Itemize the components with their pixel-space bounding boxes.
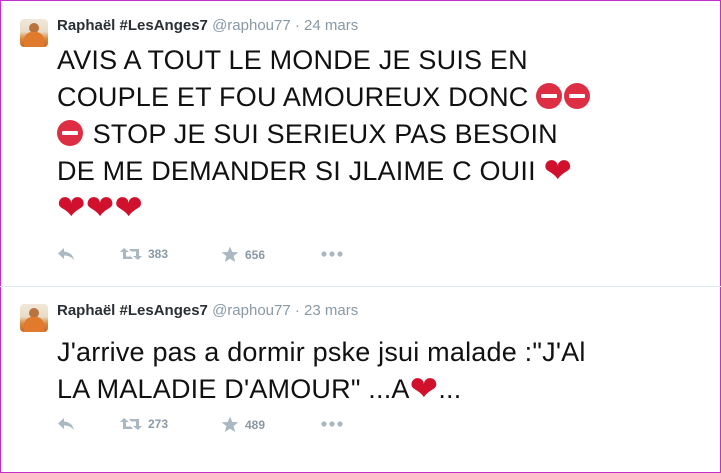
retweet-count: 273	[148, 417, 169, 431]
avatar[interactable]	[20, 304, 48, 332]
no-entry-emoji	[536, 83, 563, 109]
retweet-count: 383	[148, 247, 169, 261]
red-heart-emoji: ❤	[409, 370, 439, 408]
reply-icon	[57, 246, 75, 262]
tweet-header: Raphaël #LesAnges7 @raphou77 · 24 mars	[57, 17, 358, 34]
tweet-text-line: STOP JE SUI SERIEUX PAS BESOIN	[57, 116, 592, 153]
tweet-text-segment: DE ME DEMANDER SI JLAIME C OUII	[57, 156, 544, 186]
tweet-text: J'arrive pas a dormir pske jsui malade :…	[57, 334, 586, 408]
reply-icon	[57, 416, 75, 432]
tweet[interactable]: Raphaël #LesAnges7 @raphou77 · 23 mars J…	[0, 287, 721, 472]
separator-dot: ·	[294, 302, 300, 319]
user-handle[interactable]: @raphou77	[212, 302, 291, 319]
retweet-button[interactable]: 273	[120, 416, 168, 432]
retweet-icon	[120, 416, 142, 432]
reply-button[interactable]	[57, 246, 75, 262]
star-icon	[221, 246, 239, 263]
red-heart-emoji: ❤	[114, 189, 144, 227]
tweet-header: Raphaël #LesAnges7 @raphou77 · 23 mars	[57, 302, 358, 319]
tweet[interactable]: Raphaël #LesAnges7 @raphou77 · 24 mars A…	[0, 0, 721, 286]
avatar[interactable]	[20, 19, 48, 47]
tweet-text-line: COUPLE ET FOU AMOUREUX DONC	[57, 79, 592, 116]
red-heart-emoji: ❤	[57, 189, 86, 227]
tweet-text-segment: STOP JE SUI SERIEUX PAS BESOIN	[85, 119, 558, 149]
more-button[interactable]	[321, 416, 343, 432]
favorite-count: 656	[245, 247, 266, 262]
favorite-button[interactable]: 656	[221, 246, 265, 263]
tweet-date[interactable]: 23 mars	[304, 302, 358, 319]
red-heart-emoji: ❤	[85, 189, 115, 227]
tweet-text-line: DE ME DEMANDER SI JLAIME C OUII ❤	[57, 153, 592, 190]
user-name[interactable]: Raphaël #LesAnges7	[57, 17, 208, 34]
favorite-count: 489	[245, 417, 266, 432]
tweet-text-line: LA MALADIE D'AMOUR" ...A❤...	[57, 371, 586, 408]
retweet-button[interactable]: 383	[120, 246, 168, 262]
tweet-text-line: AVIS A TOUT LE MONDE JE SUIS EN	[57, 45, 528, 75]
tweet-date[interactable]: 24 mars	[304, 17, 358, 34]
more-icon	[321, 246, 343, 262]
tweet-text: AVIS A TOUT LE MONDE JE SUIS EN COUPLE E…	[57, 42, 592, 227]
tweet-text-segment: COUPLE ET FOU AMOUREUX DONC	[57, 82, 537, 112]
more-icon	[321, 416, 343, 432]
tweet-text-line: J'arrive pas a dormir pske jsui malade :…	[57, 337, 586, 367]
star-icon	[221, 416, 239, 433]
tweet-text-line: ❤❤❤	[57, 190, 592, 227]
user-handle[interactable]: @raphou77	[212, 17, 291, 34]
separator-dot: ·	[294, 17, 300, 34]
no-entry-emoji	[57, 120, 83, 146]
more-button[interactable]	[321, 246, 343, 262]
tweet-text-segment: LA MALADIE D'AMOUR" ...A	[57, 374, 410, 404]
retweet-icon	[120, 246, 142, 262]
reply-button[interactable]	[57, 416, 75, 432]
favorite-button[interactable]: 489	[221, 416, 265, 433]
red-heart-emoji: ❤	[543, 152, 573, 190]
no-entry-emoji	[564, 83, 591, 109]
tweet-text-segment: ...	[438, 374, 462, 404]
user-name[interactable]: Raphaël #LesAnges7	[57, 302, 208, 319]
